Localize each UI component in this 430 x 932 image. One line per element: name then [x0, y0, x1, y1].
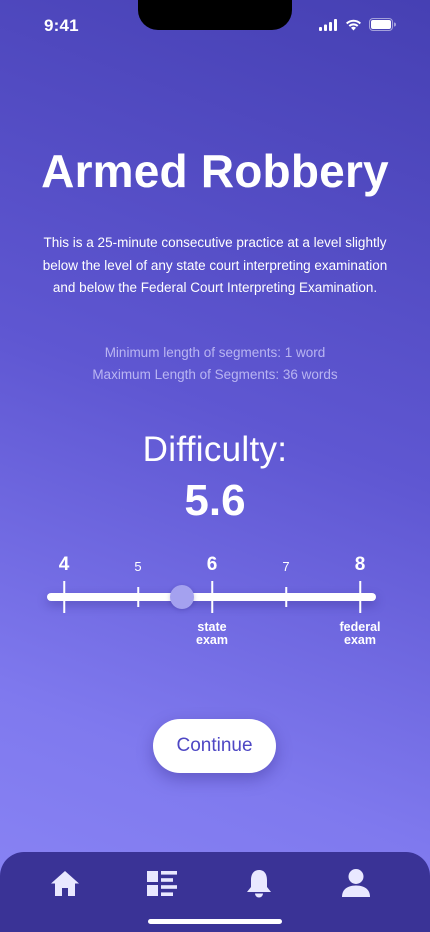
difficulty-slider[interactable]: 4 5 6 7 8 state exam federal exam — [0, 548, 430, 658]
page-title: Armed Robbery — [41, 145, 389, 197]
min-segment-length: Minimum length of segments: 1 word — [104, 345, 326, 360]
tab-bar — [0, 852, 430, 932]
home-indicator — [148, 919, 282, 924]
tab-notifications[interactable] — [239, 866, 279, 900]
list-icon — [147, 870, 177, 896]
slider-tick — [285, 587, 287, 607]
slider-tick — [211, 581, 213, 613]
home-icon — [51, 870, 79, 896]
slider-tick-label: 4 — [58, 554, 70, 575]
device-notch — [138, 0, 292, 30]
tab-profile[interactable] — [336, 866, 376, 900]
max-segment-length: Maximum Length of Segments: 36 words — [92, 367, 338, 382]
slider-caption: federal exam — [340, 621, 381, 647]
tab-home[interactable] — [45, 866, 85, 900]
slider-tick-label: 5 — [134, 559, 142, 574]
battery-icon — [369, 18, 396, 31]
slider-caption-line: exam — [196, 633, 228, 647]
wifi-icon — [346, 19, 361, 30]
difficulty-label: Difficulty: — [142, 430, 288, 469]
practice-description: This is a 25-minute consecutive practice… — [42, 235, 388, 295]
slider-thumb[interactable] — [170, 585, 195, 609]
cellular-signal-icon — [319, 18, 337, 31]
slider-tick — [359, 581, 361, 613]
status-time: 9:41 — [44, 16, 79, 35]
slider-tick-label: 8 — [354, 554, 366, 575]
continue-button[interactable]: Continue — [153, 719, 276, 773]
bell-icon — [247, 870, 271, 898]
slider-tick-label: 7 — [282, 559, 290, 574]
slider-tick-label: 6 — [206, 554, 218, 575]
status-bar: 9:41 — [0, 0, 430, 50]
user-icon — [342, 869, 370, 897]
tab-list[interactable] — [142, 866, 182, 900]
status-icons — [319, 18, 396, 31]
slider-caption: state exam — [196, 621, 228, 647]
segment-info: Minimum length of segments: 1 word Maxim… — [0, 342, 430, 386]
slider-tick — [63, 581, 65, 613]
slider-tick — [137, 587, 139, 607]
difficulty-value: 5.6 — [184, 476, 246, 525]
slider-caption-line: exam — [344, 633, 376, 647]
